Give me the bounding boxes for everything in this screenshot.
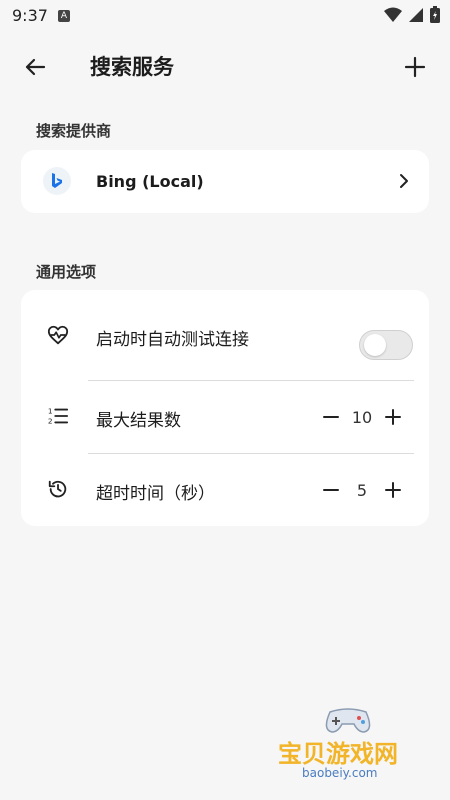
minus-icon [323,489,339,491]
battery-icon [430,6,440,23]
history-icon [48,480,67,498]
numbered-list-icon: 1 2 [48,406,69,425]
watermark-url: baobeiy.com [302,766,378,780]
add-provider-button[interactable] [398,50,432,84]
gamepad-icon [325,708,371,733]
timeout-label: 超时时间（秒） [96,484,215,504]
wifi-icon [384,7,402,22]
max-results-value: 10 [351,407,373,427]
watermark-logo: 宝贝游戏网 baobeiy.com [272,706,432,790]
minus-icon [323,416,339,418]
page-title: 搜索服务 [90,55,174,79]
max-results-decrement-button[interactable] [313,399,349,435]
provider-item-bing[interactable]: Bing (Local) [21,150,429,213]
plus-icon [385,482,401,498]
option-row-auto-test: 启动时自动测试连接 [21,300,429,372]
section-label-providers: 搜索提供商 [36,122,112,140]
signal-icon [409,7,423,22]
timeout-stepper: 5 [313,472,411,508]
bing-icon [43,167,71,195]
back-button[interactable] [18,50,52,84]
timeout-decrement-button[interactable] [313,472,349,508]
toggle-knob [364,334,386,356]
chevron-right-icon [400,174,408,188]
max-results-label: 最大结果数 [96,411,181,431]
option-row-max-results: 1 2 最大结果数 10 [21,381,429,453]
max-results-stepper: 10 [313,399,411,435]
timeout-value: 5 [356,480,368,500]
plus-icon [385,409,401,425]
status-bar: 9:37 A [0,0,450,32]
plus-icon [404,56,426,78]
auto-test-label: 启动时自动测试连接 [96,330,249,350]
status-time: 9:37 [12,6,48,25]
notification-icon: A [58,10,70,22]
svg-text:2: 2 [48,416,53,425]
auto-test-toggle[interactable] [359,330,413,360]
section-label-options: 通用选项 [36,263,97,281]
app-bar: 搜索服务 [0,40,450,92]
options-card: 启动时自动测试连接 1 2 最大结果数 10 超时时间（秒） 5 [21,290,429,526]
heart-pulse-icon [47,325,69,345]
arrow-left-icon [25,58,46,76]
option-row-timeout: 超时时间（秒） 5 [21,454,429,526]
timeout-increment-button[interactable] [375,472,411,508]
provider-label: Bing (Local) [96,172,204,191]
status-icons [384,6,440,23]
svg-text:1: 1 [48,406,53,415]
max-results-increment-button[interactable] [375,399,411,435]
watermark-text: 宝贝游戏网 [278,740,398,768]
